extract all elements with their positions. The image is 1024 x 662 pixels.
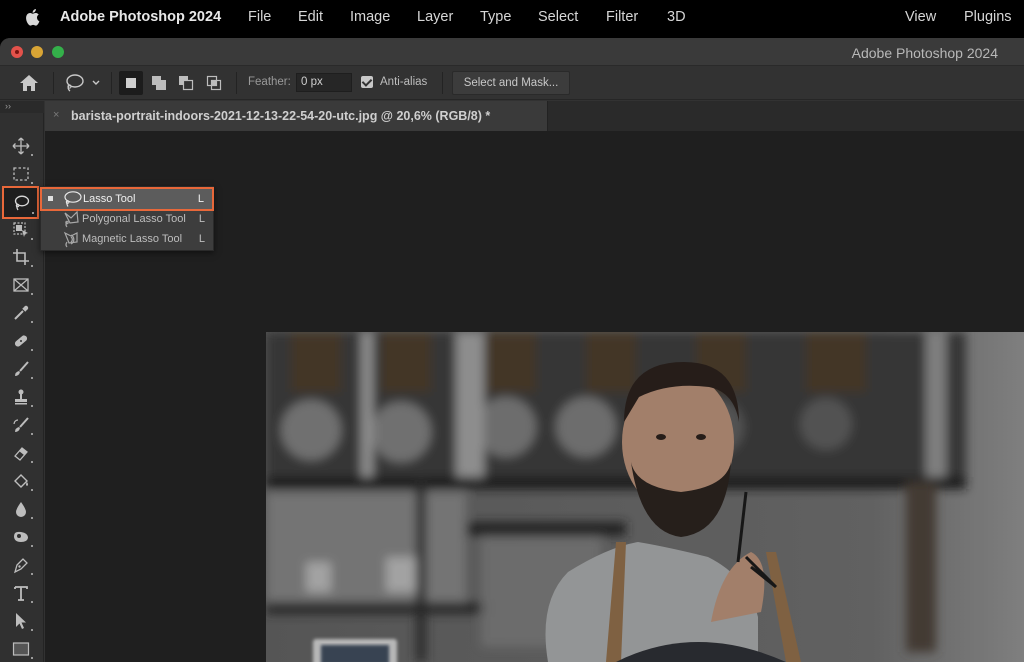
document-tab-label: barista-portrait-indoors-2021-12-13-22-5… (71, 109, 491, 123)
eraser-tool[interactable] (6, 440, 36, 466)
menu-image[interactable]: Image (350, 9, 390, 25)
type-tool[interactable] (6, 580, 36, 606)
maximize-window-button[interactable] (52, 46, 64, 58)
paint-bucket-tool[interactable] (6, 468, 36, 494)
eyedropper-tool[interactable] (6, 300, 36, 326)
history-brush-icon (13, 417, 29, 432)
home-icon[interactable] (18, 73, 40, 93)
rectangle-tool[interactable] (6, 636, 36, 662)
document-tab-bar: × barista-portrait-indoors-2021-12-13-22… (45, 101, 1024, 131)
object-selection-tool[interactable] (6, 217, 36, 243)
anti-alias-checkbox[interactable] (361, 76, 373, 88)
macos-menubar: Adobe Photoshop 2024 File Edit Image Lay… (0, 0, 1024, 36)
pen-icon (13, 558, 28, 574)
brush-icon (15, 361, 29, 376)
options-bar: Feather: 0 px Anti-alias Select and Mask… (0, 66, 1024, 100)
divider (53, 72, 54, 94)
divider (236, 72, 237, 94)
frame-icon (13, 278, 29, 292)
rectangle-icon (12, 642, 30, 656)
history-brush-tool[interactable] (6, 412, 36, 438)
lasso-tools-flyout-menu: Lasso Tool L Polygonal Lasso Tool L Magn… (40, 186, 214, 251)
window-titlebar: Adobe Photoshop 2024 (0, 38, 1024, 66)
rectangular-marquee-tool[interactable] (6, 161, 36, 187)
brush-tool[interactable] (6, 356, 36, 382)
new-selection-icon (126, 78, 136, 88)
flyout-item-label: Polygonal Lasso Tool (82, 213, 186, 225)
collapse-panel-button[interactable]: ›› (0, 101, 44, 113)
barista-photo-image (266, 332, 1024, 662)
clone-stamp-tool[interactable] (6, 384, 36, 410)
spot-healing-brush-tool[interactable] (6, 328, 36, 354)
minimize-window-button[interactable] (31, 46, 43, 58)
apple-logo-icon[interactable] (24, 8, 40, 26)
menu-view[interactable]: View (905, 9, 936, 25)
new-selection-button[interactable] (119, 71, 143, 95)
dodge-tool[interactable] (6, 524, 36, 550)
intersect-selection-button[interactable] (202, 71, 226, 95)
add-to-selection-button[interactable] (147, 71, 171, 95)
flyout-item-label: Lasso Tool (83, 193, 136, 205)
eraser-icon (14, 447, 28, 461)
photoshop-window: Adobe Photoshop 2024 Feather: 0 px Anti-… (0, 38, 1024, 662)
anti-alias-label: Anti-alias (380, 76, 428, 88)
marquee-icon (13, 167, 29, 181)
lasso-icon (64, 191, 82, 207)
frame-tool[interactable] (6, 272, 36, 298)
menu-edit[interactable]: Edit (298, 9, 323, 25)
subtract-selection-icon (179, 76, 194, 91)
menu-filter[interactable]: Filter (606, 9, 638, 25)
subtract-from-selection-button[interactable] (174, 71, 198, 95)
shortcut-key: L (197, 193, 204, 205)
move-icon (12, 137, 30, 155)
tool-preset-lasso-icon[interactable] (62, 72, 106, 94)
feather-input[interactable]: 0 px (296, 73, 352, 92)
flyout-item-lasso-tool[interactable]: Lasso Tool L (40, 187, 214, 211)
paint-bucket-icon (14, 474, 28, 488)
add-to-selection-icon (152, 76, 166, 90)
lasso-tool[interactable] (2, 186, 39, 219)
tools-panel: ›› (0, 101, 44, 662)
chevron-down-icon (92, 80, 100, 85)
document-tab[interactable]: × barista-portrait-indoors-2021-12-13-22… (45, 101, 548, 131)
flyout-item-magnetic-lasso-tool[interactable]: Magnetic Lasso Tool L (41, 229, 213, 249)
menu-3d[interactable]: 3D (667, 9, 686, 25)
current-tool-indicator (48, 196, 53, 201)
divider (111, 72, 112, 94)
menu-select[interactable]: Select (538, 9, 578, 25)
shortcut-key: L (198, 213, 205, 225)
menu-layer[interactable]: Layer (417, 9, 453, 25)
blur-tool[interactable] (6, 496, 36, 522)
dodge-icon (14, 531, 28, 542)
menu-plugins[interactable]: Plugins (964, 9, 1012, 25)
menu-app-name[interactable]: Adobe Photoshop 2024 (60, 9, 221, 25)
close-tab-icon[interactable]: × (53, 109, 59, 121)
eyedropper-icon (14, 305, 29, 320)
shortcut-key: L (198, 233, 205, 245)
polygonal-lasso-icon (64, 210, 79, 228)
crop-tool[interactable] (6, 244, 36, 270)
path-selection-tool[interactable] (6, 608, 36, 634)
move-tool[interactable] (6, 133, 36, 159)
pen-tool[interactable] (6, 552, 36, 578)
clone-stamp-icon (15, 389, 27, 405)
magnetic-lasso-icon (63, 231, 78, 248)
type-icon (14, 586, 28, 601)
lasso-icon (14, 195, 29, 210)
blur-drop-icon (16, 502, 26, 517)
close-window-button[interactable] (11, 46, 23, 58)
arrow-cursor-icon (16, 613, 26, 629)
object-selection-icon (13, 222, 28, 237)
menu-file[interactable]: File (248, 9, 271, 25)
menu-type[interactable]: Type (480, 9, 511, 25)
crop-icon (13, 249, 29, 265)
feather-label: Feather: (248, 76, 291, 88)
divider (442, 72, 443, 94)
select-and-mask-button[interactable]: Select and Mask... (452, 71, 570, 95)
intersect-selection-icon (206, 75, 222, 91)
healing-brush-icon (14, 335, 28, 347)
flyout-item-polygonal-lasso-tool[interactable]: Polygonal Lasso Tool L (41, 209, 213, 229)
window-title: Adobe Photoshop 2024 (851, 45, 998, 61)
flyout-item-label: Magnetic Lasso Tool (82, 233, 183, 245)
